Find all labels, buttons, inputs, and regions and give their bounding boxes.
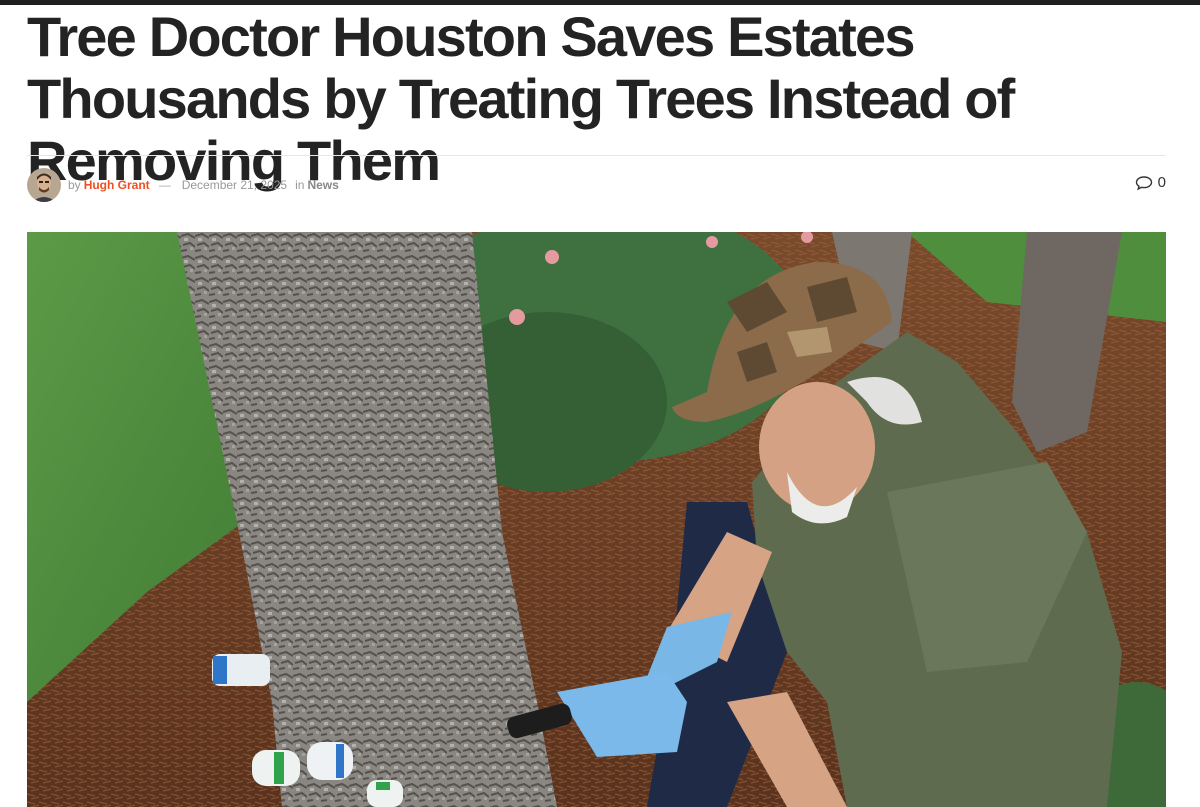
comment-count: 0 [1157, 174, 1166, 191]
category-link[interactable]: News [307, 178, 338, 192]
article-meta: by Hugh Grant — December 21, 2025 in New… [27, 167, 1166, 202]
author-link[interactable]: Hugh Grant [84, 178, 150, 192]
in-label: in [295, 177, 305, 192]
divider [27, 155, 1166, 156]
comments-link[interactable]: 0 [1135, 174, 1166, 191]
publish-date[interactable]: December 21, 2025 [182, 178, 287, 192]
author-avatar[interactable] [27, 167, 61, 202]
meta-separator: — [158, 177, 171, 192]
featured-image [27, 232, 1166, 807]
comment-bubble-icon [1135, 175, 1152, 190]
article-title: Tree Doctor Houston Saves Estates Thousa… [27, 5, 1015, 192]
by-label: by [68, 177, 81, 192]
